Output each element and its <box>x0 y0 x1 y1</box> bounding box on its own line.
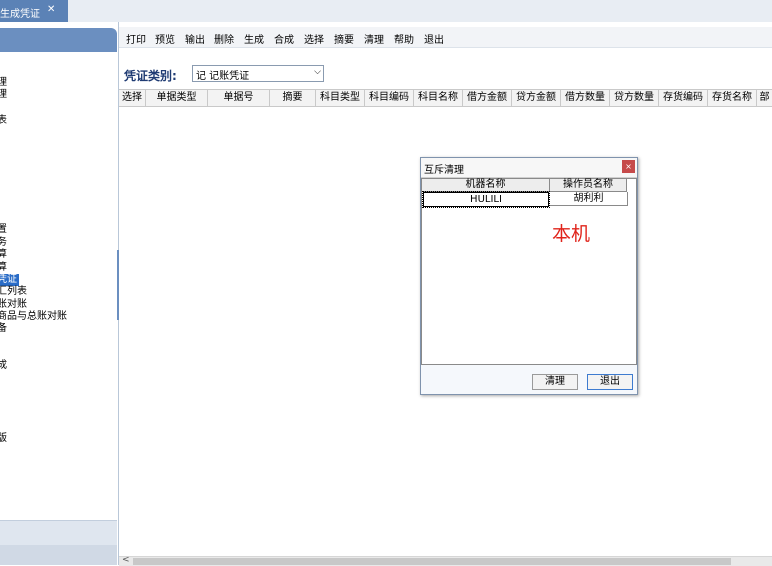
dialog-title: 互斥清理 <box>424 165 464 176</box>
chevron-down-icon[interactable]: ⌵ <box>314 67 321 77</box>
column-header[interactable]: 贷方数量 <box>610 90 659 106</box>
column-header-machine[interactable]: 机器名称 <box>422 179 550 192</box>
sidebar-item[interactable]: 商品与总账对账 <box>0 311 67 323</box>
sidebar-item[interactable]: 汇列表 <box>0 286 27 298</box>
sidebar-item[interactable]: 理 <box>0 77 7 89</box>
column-header[interactable]: 存货编码 <box>659 90 708 106</box>
column-header[interactable]: 科目类型 <box>316 90 365 106</box>
machine-name-cell[interactable]: HULILI <box>422 191 550 208</box>
column-header[interactable]: 科目编码 <box>365 90 414 106</box>
sidebar: 理 理 表 置 务 算 算 凭证 汇列表 账对账 商品与总账对账 备 成 版 <box>0 22 119 565</box>
exit-button[interactable]: 退出 <box>587 374 633 390</box>
close-icon[interactable]: × <box>622 160 635 173</box>
sidebar-header <box>0 28 117 52</box>
clear-button[interactable]: 清理 <box>364 31 384 46</box>
column-header[interactable]: 部 <box>757 90 772 106</box>
table-header: 选择 单据类型 单据号 摘要 科目类型 科目编码 科目名称 借方金额 贷方金额 … <box>119 89 772 107</box>
sidebar-footer-bar <box>0 520 117 545</box>
sidebar-footer-bar <box>0 545 117 565</box>
toolbar: 打印 预览 输出 删除 生成 合成 选择 摘要 清理 帮助 退出 <box>119 27 772 48</box>
dialog-list: 机器名称 操作员名称 HULILI 胡利利 本机 <box>421 178 637 365</box>
tab-bar: 生成凭证 ✕ <box>0 0 772 23</box>
close-icon[interactable]: ✕ <box>47 4 55 15</box>
column-header[interactable]: 借方金额 <box>463 90 512 106</box>
print-button[interactable]: 打印 <box>126 31 146 46</box>
sidebar-item[interactable]: 置 <box>0 224 7 236</box>
sidebar-item-generate-voucher[interactable]: 凭证 <box>0 274 19 286</box>
column-header[interactable]: 贷方金额 <box>512 90 561 106</box>
merge-button[interactable]: 合成 <box>274 31 294 46</box>
dialog-titlebar: 互斥清理 × <box>421 158 637 178</box>
column-header[interactable]: 存货名称 <box>708 90 757 106</box>
column-header-operator[interactable]: 操作员名称 <box>550 179 627 192</box>
annotation-label: 本机 <box>552 223 591 245</box>
help-button[interactable]: 帮助 <box>394 31 414 46</box>
column-header[interactable]: 单据号 <box>208 90 270 106</box>
export-button[interactable]: 输出 <box>185 31 205 46</box>
generate-button[interactable]: 生成 <box>244 31 264 46</box>
exit-button[interactable]: 退出 <box>424 31 444 46</box>
tab-generate-voucher[interactable]: 生成凭证 ✕ <box>0 0 68 22</box>
sidebar-item[interactable]: 务 <box>0 237 7 249</box>
sidebar-item[interactable]: 算 <box>0 249 7 261</box>
sidebar-item[interactable]: 账对账 <box>0 299 27 311</box>
scroll-left-icon[interactable]: < <box>122 555 130 565</box>
column-header[interactable]: 借方数量 <box>561 90 610 106</box>
sidebar-item[interactable]: 算 <box>0 262 7 274</box>
column-header[interactable]: 选择 <box>119 90 146 106</box>
voucher-type-value: 记 记账凭证 <box>196 71 250 82</box>
sidebar-item[interactable]: 版 <box>0 433 7 445</box>
voucher-type-label: 凭证类别: <box>124 69 177 83</box>
voucher-type-select[interactable]: 记 记账凭证 ⌵ <box>192 65 324 82</box>
operator-name-cell[interactable]: 胡利利 <box>550 192 628 206</box>
clear-button[interactable]: 清理 <box>532 374 578 390</box>
select-button[interactable]: 选择 <box>304 31 324 46</box>
column-header[interactable]: 单据类型 <box>146 90 208 106</box>
sidebar-item[interactable]: 理 <box>0 89 7 101</box>
tab-title: 生成凭证 <box>0 9 40 20</box>
sidebar-item[interactable]: 成 <box>0 360 7 372</box>
column-header[interactable]: 摘要 <box>270 90 316 106</box>
mutex-clear-dialog: 互斥清理 × 机器名称 操作员名称 HULILI 胡利利 本机 清理 退出 <box>420 157 638 395</box>
sidebar-item[interactable]: 备 <box>0 323 7 335</box>
scrollbar-thumb[interactable] <box>133 558 731 565</box>
sidebar-item[interactable]: 表 <box>0 115 7 127</box>
delete-button[interactable]: 删除 <box>214 31 234 46</box>
column-header[interactable]: 科目名称 <box>414 90 463 106</box>
preview-button[interactable]: 预览 <box>155 31 175 46</box>
summary-button[interactable]: 摘要 <box>334 31 354 46</box>
